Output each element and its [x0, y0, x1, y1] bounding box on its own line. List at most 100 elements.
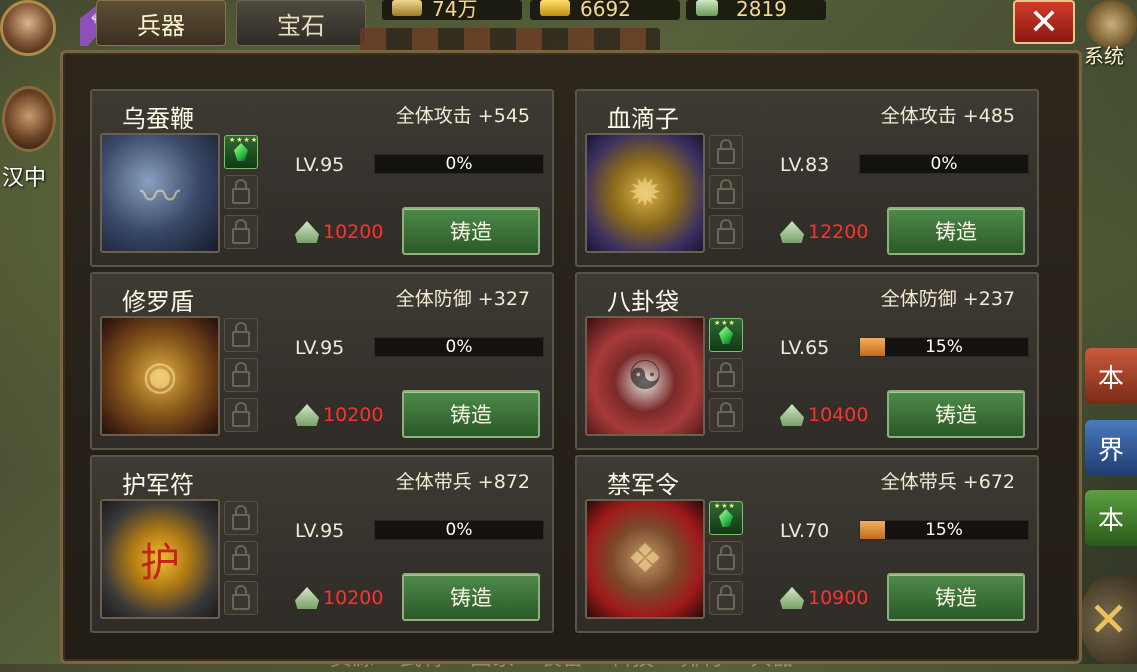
- general-avatar[interactable]: [2, 86, 56, 152]
- gold-bar-icon: [540, 0, 570, 16]
- jade-icon: [696, 0, 718, 16]
- forge-cost: 10200: [323, 221, 384, 243]
- weapon-level: LV.95: [295, 520, 345, 542]
- jade-icon: [295, 587, 319, 609]
- progress-bar: 15%: [859, 520, 1029, 540]
- forge-cost: 10200: [323, 587, 384, 609]
- side-button-2-label: 界: [1097, 435, 1124, 466]
- progress-text: 0%: [930, 154, 958, 174]
- locked-slot: [224, 501, 258, 535]
- forge-button[interactable]: 铸造: [402, 207, 540, 255]
- forge-cost: 10200: [323, 404, 384, 426]
- forge-label: 铸造: [935, 220, 977, 244]
- progress-bar: 15%: [859, 337, 1029, 357]
- resource-jade-value: 2819: [736, 0, 787, 21]
- locked-slot: [709, 215, 743, 249]
- weapon-bonus: 全体带兵 +672: [880, 471, 1015, 493]
- lock-icon: [232, 402, 250, 427]
- weapon-card: 修罗盾 全体防御 +327 ◉ LV.95 0% 10200 铸造: [90, 272, 554, 450]
- forge-button[interactable]: 铸造: [402, 573, 540, 621]
- gem-icon: [234, 143, 248, 161]
- weapon-card: 禁军令 全体带兵 +672 ❖ ★★★ LV.70 15% 10900 铸造: [575, 455, 1039, 633]
- progress-text: 0%: [445, 337, 473, 357]
- forge-button[interactable]: 铸造: [887, 390, 1025, 438]
- locked-slot: [224, 175, 258, 209]
- weapon-image: ❖: [585, 499, 705, 619]
- forge-label: 铸造: [935, 403, 977, 427]
- weapon-level: LV.95: [295, 154, 345, 176]
- side-button-1[interactable]: 本: [1085, 348, 1137, 404]
- tab-weapon[interactable]: 兵器: [96, 0, 226, 46]
- resource-gold-value: 6692: [580, 0, 631, 21]
- locked-slot: [709, 358, 743, 392]
- jade-icon: [780, 221, 804, 243]
- resource-gold: 6692: [530, 0, 680, 20]
- forge-button[interactable]: 铸造: [887, 207, 1025, 255]
- side-button-3[interactable]: 本: [1085, 490, 1137, 546]
- weapon-name: 修罗盾: [122, 288, 194, 316]
- gem-icon: [719, 509, 733, 527]
- tab-gem[interactable]: 宝石: [236, 0, 366, 46]
- forge-cost: 12200: [808, 221, 869, 243]
- lock-icon: [717, 179, 735, 204]
- gem-icon: [719, 326, 733, 344]
- forge-button[interactable]: 铸造: [887, 573, 1025, 621]
- gem-slot[interactable]: ★★★: [709, 501, 743, 535]
- weapon-card: 八卦袋 全体防御 +237 ☯ ★★★ LV.65 15% 10400 铸造: [575, 272, 1039, 450]
- progress-bar: 0%: [374, 520, 544, 540]
- gold-ingot-icon: [392, 0, 422, 16]
- locked-slot: [224, 358, 258, 392]
- close-button[interactable]: ✕: [1013, 0, 1075, 44]
- locked-slot: [224, 541, 258, 575]
- weapon-level: LV.83: [780, 154, 830, 176]
- weapon-level: LV.70: [780, 520, 830, 542]
- lock-icon: [717, 545, 735, 570]
- weapon-card: 护军符 全体带兵 +872 护 LV.95 0% 10200 铸造: [90, 455, 554, 633]
- player-avatar[interactable]: [0, 0, 56, 56]
- lock-icon: [232, 505, 250, 530]
- weapon-card: 乌蚕鞭 全体攻击 +545 〰 ★★★★ LV.95 0% 10200 铸造: [90, 89, 554, 267]
- lock-icon: [232, 585, 250, 610]
- lock-icon: [717, 402, 735, 427]
- weapon-image: ☯: [585, 316, 705, 436]
- lock-icon: [717, 585, 735, 610]
- progress-bar: 0%: [374, 337, 544, 357]
- forge-label: 铸造: [450, 220, 492, 244]
- lock-icon: [717, 139, 735, 164]
- lock-icon: [232, 545, 250, 570]
- locked-slot: [709, 175, 743, 209]
- forge-label: 铸造: [450, 586, 492, 610]
- forge-label: 铸造: [935, 586, 977, 610]
- side-button-1-label: 本: [1097, 363, 1124, 394]
- tab-gem-label: 宝石: [277, 11, 325, 40]
- weapon-image: 〰: [100, 133, 220, 253]
- locked-slot: [224, 318, 258, 352]
- forge-cost: 10900: [808, 587, 869, 609]
- lock-icon: [717, 219, 735, 244]
- progress-text: 15%: [925, 337, 963, 357]
- side-button-2[interactable]: 界: [1085, 420, 1137, 476]
- weapon-image: ◉: [100, 316, 220, 436]
- locked-slot: [709, 398, 743, 432]
- weapon-bonus: 全体攻击 +545: [395, 105, 530, 127]
- weapon-level: LV.95: [295, 337, 345, 359]
- lock-icon: [232, 179, 250, 204]
- side-button-3-label: 本: [1097, 505, 1124, 536]
- weapon-name: 禁军令: [607, 471, 679, 499]
- tab-weapon-label: 兵器: [137, 11, 185, 40]
- crossed-swords-icon[interactable]: ✕: [1080, 576, 1137, 664]
- gem-slot[interactable]: ★★★★: [224, 135, 258, 169]
- weapon-name: 乌蚕鞭: [122, 105, 194, 133]
- locked-slot: [224, 581, 258, 615]
- lock-icon: [232, 322, 250, 347]
- resource-silver: 74万: [382, 0, 522, 20]
- weapon-name: 护军符: [122, 471, 194, 499]
- weapon-bonus: 全体带兵 +872: [395, 471, 530, 493]
- forge-button[interactable]: 铸造: [402, 390, 540, 438]
- progress-text: 15%: [925, 520, 963, 540]
- resource-jade: 2819: [686, 0, 826, 20]
- gem-slot[interactable]: ★★★: [709, 318, 743, 352]
- weapon-panel: 乌蚕鞭 全体攻击 +545 〰 ★★★★ LV.95 0% 10200 铸造 血…: [60, 50, 1082, 664]
- jade-icon: [295, 404, 319, 426]
- resource-silver-value: 74万: [432, 0, 478, 21]
